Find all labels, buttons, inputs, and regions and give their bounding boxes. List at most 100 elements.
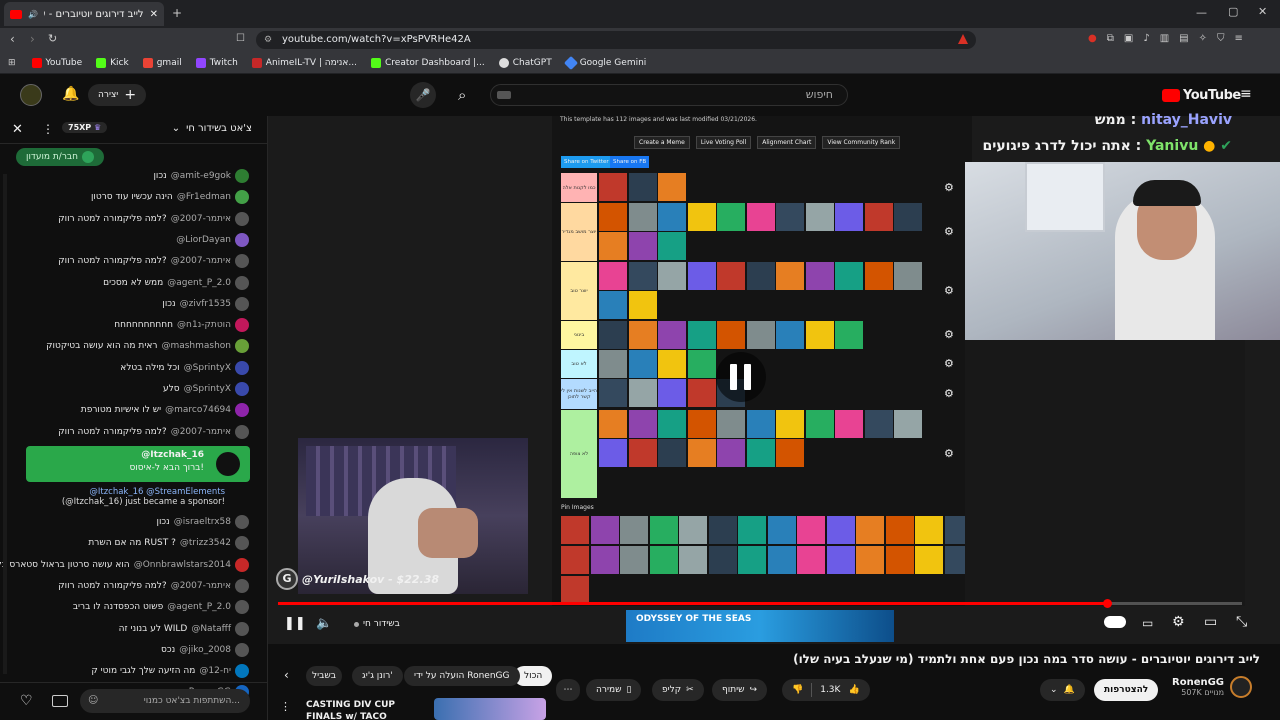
tier-item-image[interactable] [776, 321, 804, 349]
member-button[interactable]: חבר/ת מועדון [16, 148, 104, 166]
pin-image[interactable] [561, 546, 589, 574]
chat-message[interactable]: @LiorDayan [172, 232, 249, 247]
search-icon[interactable]: ⌕ [458, 86, 466, 104]
chat-message[interactable]: ממש לא מסכים @agent_P_2.0 [103, 275, 249, 290]
pin-image[interactable] [561, 516, 589, 544]
tier-item-image[interactable] [687, 350, 716, 378]
tier-item-image[interactable] [628, 291, 657, 319]
tier-item-image[interactable] [687, 439, 716, 467]
pin-image[interactable] [885, 516, 914, 544]
tier-item-image[interactable] [628, 379, 657, 407]
tier-item-image[interactable] [628, 262, 657, 290]
recommended-thumbnail[interactable] [434, 698, 546, 720]
notifications-icon[interactable]: 🔔 [62, 86, 79, 102]
progress-bar[interactable] [278, 599, 1242, 608]
pin-image[interactable] [767, 546, 796, 574]
tier-item-image[interactable] [599, 232, 627, 260]
new-tab-icon[interactable]: + [172, 6, 182, 20]
tier-item-image[interactable] [658, 410, 686, 438]
tier-item-image[interactable] [776, 439, 804, 467]
tier-item-image[interactable] [599, 173, 627, 201]
tier-item-image[interactable] [864, 203, 893, 231]
autoplay-toggle[interactable] [1104, 616, 1126, 628]
dislike-icon[interactable]: 👎 [792, 685, 803, 695]
chat-message[interactable]: הינה עכשיו עוד סרטון @Fr1edman [91, 190, 249, 205]
wallet-icon[interactable]: ▤ [1179, 33, 1188, 44]
tier-item-image[interactable] [658, 203, 686, 231]
tier-item-image[interactable] [599, 379, 627, 407]
chat-message[interactable]: וכל מילה בטלא @SprintyX [120, 360, 249, 375]
chips-left-arrow-icon[interactable]: ‹ [284, 668, 289, 682]
tier-item-image[interactable] [628, 439, 657, 467]
youtube-logo[interactable]: YouTube [1162, 88, 1241, 103]
pin-image[interactable] [590, 516, 619, 544]
live-voting-button[interactable]: Live Voting Poll [695, 136, 752, 149]
bookmark-gemini[interactable]: Google Gemini [563, 55, 646, 70]
tier-item-image[interactable] [599, 262, 627, 290]
music-icon[interactable]: ♪ [1143, 33, 1149, 44]
pin-image[interactable] [856, 546, 884, 574]
pause-icon[interactable]: ❚❚ [284, 616, 306, 631]
site-info-icon[interactable]: ⚙ [264, 31, 272, 49]
chat-message[interactable]: למה פליקמורה למטה רווק? @איתמר-2007 [58, 424, 249, 439]
pin-image[interactable] [738, 516, 766, 544]
back-icon[interactable]: ‹ [10, 32, 15, 46]
chat-message[interactable]: למה פליקמורה למטה רווק? @איתמר-2007 [58, 254, 249, 269]
theater-mode-icon[interactable]: ▭ [1204, 614, 1217, 630]
maximize-icon[interactable]: ▢ [1228, 5, 1238, 18]
speaker-icon[interactable]: 🔊 [28, 10, 38, 19]
chat-message[interactable]: יש לו אישיות מטורפת @marco74694 [81, 403, 249, 418]
tier-item-image[interactable] [746, 439, 775, 467]
pin-image[interactable] [649, 546, 678, 574]
tier-item-image[interactable] [628, 350, 657, 378]
close-chat-icon[interactable]: ✕ [12, 122, 23, 137]
tier-item-image[interactable] [599, 291, 627, 319]
notifications-bell-button[interactable]: ⌄ 🔔 [1040, 679, 1085, 701]
rec-more-icon[interactable]: ⋮ [280, 700, 291, 713]
tier-item-image[interactable] [776, 262, 804, 290]
tier-settings-icon[interactable]: ⚙ [944, 225, 954, 238]
like-icon[interactable]: 👍 [848, 685, 859, 695]
pin-image[interactable] [679, 516, 707, 544]
video-player[interactable]: This template has 112 images and was las… [268, 112, 1280, 644]
pin-image[interactable] [767, 516, 796, 544]
recommended-video-title[interactable]: CASTING DIV CUP FINALS w/ TACO [306, 699, 430, 720]
tier-item-image[interactable] [658, 439, 686, 467]
tier-item-image[interactable] [746, 410, 775, 438]
like-dislike-group[interactable]: 👎 1.3K 👍 [782, 679, 870, 701]
tier-item-image[interactable] [776, 203, 804, 231]
tier-item-image[interactable] [628, 410, 657, 438]
create-meme-button[interactable]: Create a Meme [634, 136, 690, 149]
tier-settings-icon[interactable]: ⚙ [944, 387, 954, 400]
tier-item-image[interactable] [687, 321, 716, 349]
sidebar-icon[interactable]: ▥ [1160, 33, 1169, 44]
tier-item-image[interactable] [835, 410, 863, 438]
pin-image[interactable] [797, 516, 825, 544]
chat-input[interactable]: השתתפות בצ'אט כמנוי... ☺ [80, 689, 250, 713]
bookmark-twitch[interactable]: Twitch [195, 57, 238, 68]
tier-item-image[interactable] [717, 203, 745, 231]
browser-tab[interactable]: 🔊 לייב דירוגים יוטיוברים - עושה ✕ [4, 2, 164, 26]
forward-icon[interactable]: › [30, 32, 35, 46]
tier-item-image[interactable] [628, 203, 657, 231]
pin-image[interactable] [915, 516, 943, 544]
tier-item-image[interactable] [717, 439, 745, 467]
tier-settings-icon[interactable]: ⚙ [944, 447, 954, 460]
tier-item-image[interactable] [805, 203, 834, 231]
clip-button[interactable]: קליפ ✂ [652, 679, 704, 701]
tier-item-image[interactable] [864, 410, 893, 438]
pin-image[interactable] [826, 546, 855, 574]
chat-message[interactable]: מה אם השרת RUST ? @trizz3542 [88, 536, 249, 551]
pin-image[interactable] [915, 546, 943, 574]
tier-item-image[interactable] [835, 262, 863, 290]
bookmark-creator-dashboard[interactable]: Creator Dashboard |... [371, 57, 485, 68]
pin-image[interactable] [620, 546, 648, 574]
more-options-icon[interactable]: ⋮ [42, 122, 54, 136]
tier-item-image[interactable] [599, 410, 627, 438]
tier-item-image[interactable] [835, 321, 863, 349]
share-button[interactable]: שיתוף ↪ [712, 679, 768, 701]
chat-message[interactable]: למה פליקמורה למטה רווק? @איתמר-2007 [58, 578, 249, 593]
chat-scrollbar[interactable] [3, 174, 7, 674]
close-tab-icon[interactable]: ✕ [150, 9, 158, 20]
share-twitter-button[interactable]: Share on Twitter [561, 156, 612, 168]
